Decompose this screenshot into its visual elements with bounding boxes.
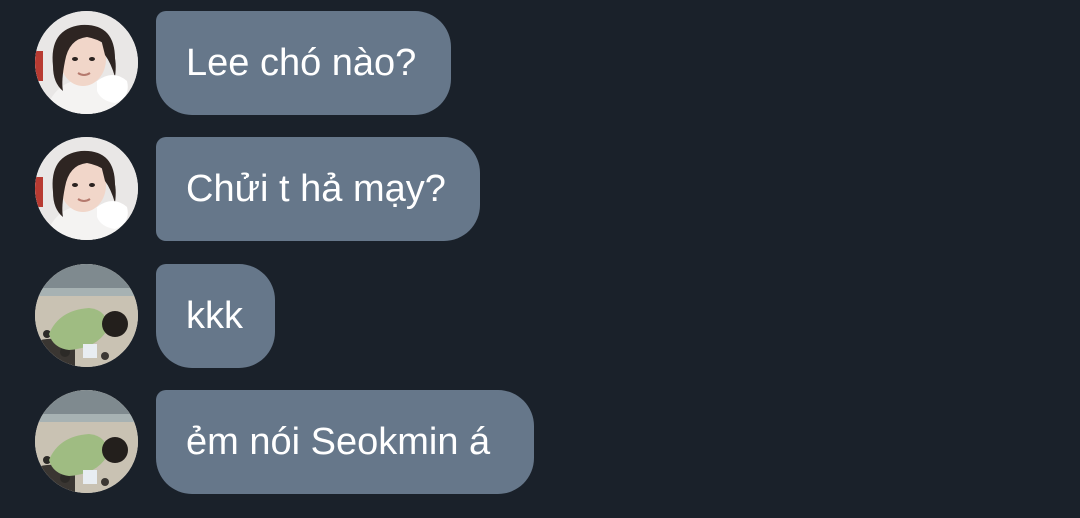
- message-text: ẻm nói Seokmin á: [186, 421, 491, 463]
- message-row: Lee chó nào?: [0, 11, 1080, 115]
- message-bubble[interactable]: ẻm nói Seokmin á: [156, 390, 534, 494]
- message-bubble[interactable]: kkk: [156, 264, 275, 368]
- beach-photo-icon: [35, 264, 138, 367]
- sender-avatar[interactable]: [35, 11, 138, 114]
- beach-photo-icon: [35, 390, 138, 493]
- message-text: Chửi t hả mạy?: [186, 168, 446, 210]
- message-row: kkk: [0, 264, 1080, 368]
- sender-avatar[interactable]: [35, 264, 138, 367]
- sender-avatar[interactable]: [35, 137, 138, 240]
- message-row: ẻm nói Seokmin á: [0, 390, 1080, 494]
- sender-avatar[interactable]: [35, 390, 138, 493]
- message-text: Lee chó nào?: [186, 42, 417, 84]
- message-bubble[interactable]: Chửi t hả mạy?: [156, 137, 480, 241]
- message-text: kkk: [186, 295, 243, 337]
- message-bubble[interactable]: Lee chó nào?: [156, 11, 451, 115]
- chat-thread: Lee chó nào? Chửi t hả mạy? kkk ẻm nói S…: [0, 0, 1080, 518]
- message-row: Chửi t hả mạy?: [0, 137, 1080, 241]
- girl-portrait-icon: [35, 137, 138, 240]
- girl-portrait-icon: [35, 11, 138, 114]
